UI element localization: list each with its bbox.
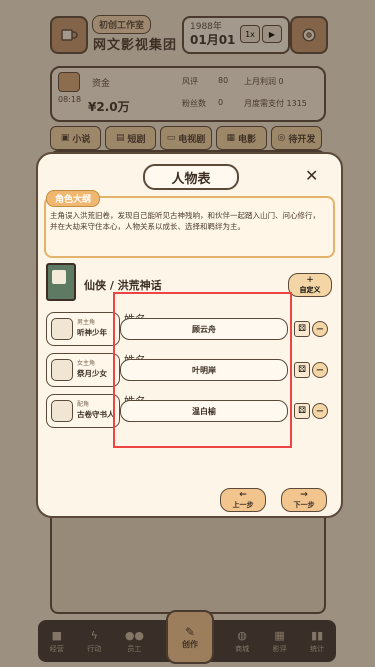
- role-title: 祭月少女: [77, 369, 107, 378]
- highlight-box: [113, 292, 292, 448]
- avatar: [51, 400, 73, 422]
- role-title: 古卷守书人: [77, 410, 115, 419]
- dice-icon[interactable]: ⚄: [294, 321, 310, 337]
- arrow-right-icon: →: [300, 489, 308, 500]
- role-card[interactable]: 配角 古卷守书人: [46, 394, 120, 428]
- next-label: 下一步: [293, 500, 315, 509]
- remove-button[interactable]: −: [312, 362, 328, 378]
- prev-label: 上一步: [232, 500, 254, 509]
- role-card[interactable]: 女主角 祭月少女: [46, 353, 120, 387]
- outline-text: 主角误入洪荒旧卷，发现自己能听见古神残响，和伙伴一起踏入山门、问心修行，并在大劫…: [50, 211, 320, 231]
- outline-tag: 角色大纲: [46, 190, 101, 207]
- remove-button[interactable]: −: [312, 321, 328, 337]
- genre-title: 仙侠 / 洪荒神话: [84, 279, 162, 292]
- avatar: [51, 359, 73, 381]
- role-title: 听神少年: [77, 328, 107, 337]
- role-type: 配角: [77, 401, 90, 408]
- custom-label: 自定义: [299, 285, 321, 294]
- custom-role-button[interactable]: + 自定义: [288, 273, 332, 297]
- book-cover-emblem: [52, 270, 66, 284]
- close-icon[interactable]: ✕: [305, 166, 318, 185]
- role-card[interactable]: 男主角 听神少年: [46, 312, 120, 346]
- modal-title: 人物表: [143, 164, 239, 190]
- plus-icon: +: [306, 274, 314, 285]
- next-step-button[interactable]: → 下一步: [281, 488, 327, 512]
- arrow-left-icon: ←: [239, 489, 247, 500]
- prev-step-button[interactable]: ← 上一步: [220, 488, 266, 512]
- dice-icon[interactable]: ⚄: [294, 403, 310, 419]
- role-type: 男主角: [77, 319, 96, 326]
- avatar: [51, 318, 73, 340]
- role-type: 女主角: [77, 360, 96, 367]
- remove-button[interactable]: −: [312, 403, 328, 419]
- dice-icon[interactable]: ⚄: [294, 362, 310, 378]
